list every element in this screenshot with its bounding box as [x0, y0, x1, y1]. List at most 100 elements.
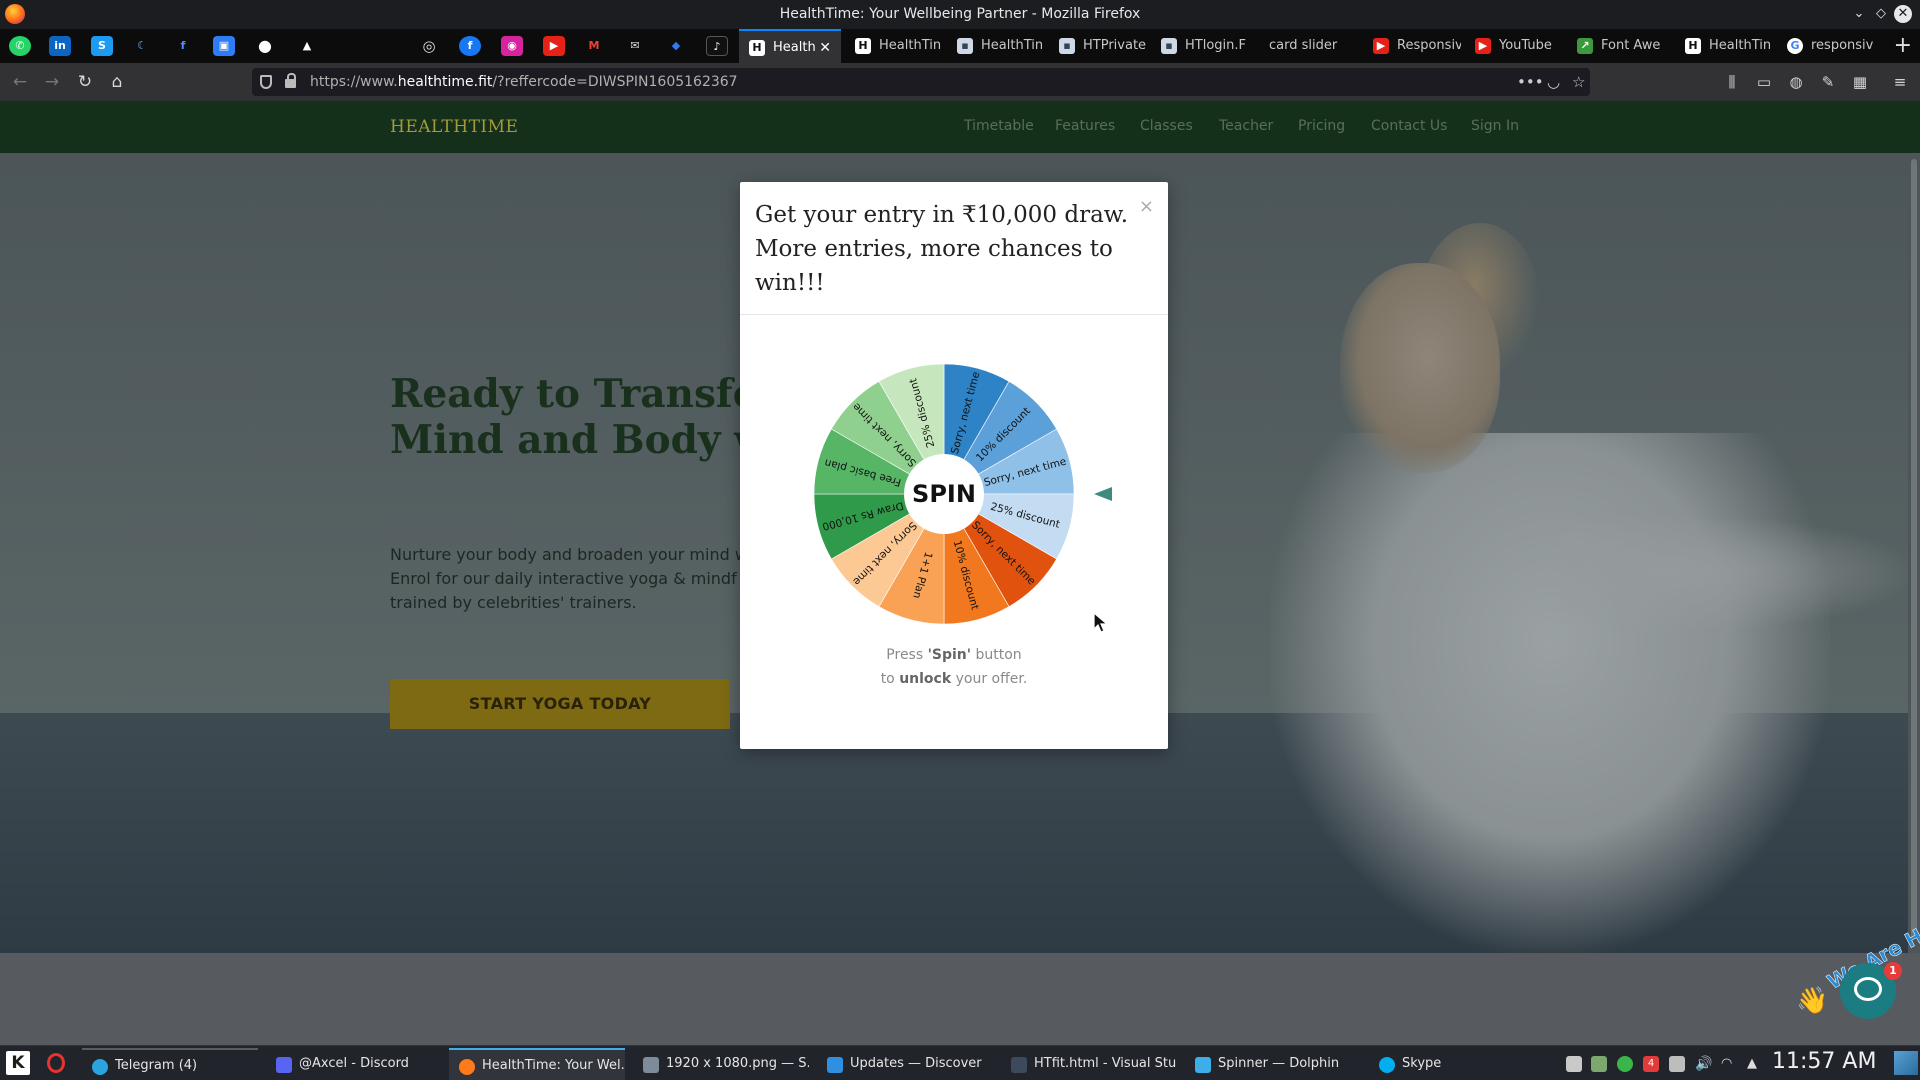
- os-taskbar: K Telegram (4) @Axcel - Discord HealthTi…: [0, 1045, 1920, 1080]
- forward-icon[interactable]: →: [41, 71, 63, 93]
- chart-favicon: ↗: [1577, 38, 1593, 54]
- youtube-notify-icon[interactable]: ▶: [543, 36, 565, 56]
- globe-icon[interactable]: ◎: [418, 36, 440, 56]
- moon-icon[interactable]: ☾: [131, 36, 153, 56]
- prize-wheel: Sorry, next time 10% discount Sorry, next …: [812, 362, 1076, 626]
- library-icon[interactable]: ⫼: [1722, 72, 1742, 92]
- new-tab-button[interactable]: +: [1894, 33, 1912, 58]
- minimize-icon[interactable]: ⌄: [1850, 5, 1868, 23]
- spin-button[interactable]: SPIN: [904, 454, 984, 534]
- image-viewer-icon: [643, 1057, 659, 1073]
- page-actions-icon[interactable]: •••: [1517, 68, 1544, 96]
- close-tab-icon[interactable]: ✕: [819, 31, 831, 63]
- task-firefox[interactable]: HealthTime: Your Wel...: [449, 1048, 625, 1080]
- hero-photo-head: [1340, 263, 1500, 473]
- check-tray-icon[interactable]: [1617, 1056, 1633, 1072]
- start-yoga-button[interactable]: START YOGA TODAY: [390, 679, 730, 729]
- tab-healthtime-2[interactable]: H HealthTin: [845, 29, 943, 63]
- toolbar-extension-icon[interactable]: ▦: [1850, 72, 1870, 92]
- back-icon[interactable]: ←: [9, 71, 31, 93]
- tab-font-awesome[interactable]: ↗ Font Awe: [1567, 29, 1665, 63]
- tiktok-icon[interactable]: ♪: [706, 36, 728, 56]
- bookmark-star-icon[interactable]: ☆: [1572, 68, 1585, 96]
- spin-wheel-modal: Get your entry in ₹10,000 draw. More ent…: [740, 182, 1168, 749]
- nav-timetable[interactable]: Timetable: [964, 118, 1034, 134]
- show-desktop-icon[interactable]: [1894, 1051, 1918, 1075]
- nav-features[interactable]: Features: [1055, 118, 1115, 134]
- drive-icon[interactable]: ▲: [296, 36, 318, 56]
- volume-icon[interactable]: 🔊: [1695, 1056, 1712, 1072]
- google-favicon: G: [1787, 38, 1803, 54]
- trello-icon[interactable]: ▣: [213, 36, 235, 56]
- task-telegram[interactable]: Telegram (4): [82, 1048, 258, 1080]
- task-image-viewer[interactable]: 1920 x 1080.png — S...: [633, 1048, 809, 1080]
- tab-healthtime-3[interactable]: ▪ HealthTin: [947, 29, 1045, 63]
- modal-title: Get your entry in ₹10,000 draw. More ent…: [755, 202, 1129, 296]
- github-icon[interactable]: ●: [254, 36, 276, 56]
- reload-icon[interactable]: ↻: [74, 71, 96, 93]
- sidebar-icon[interactable]: ▭: [1754, 72, 1774, 92]
- url-bar[interactable]: https://www.healthtime.fit/?reffercode=D…: [252, 68, 1590, 96]
- window-title: HealthTime: Your Wellbeing Partner - Moz…: [779, 6, 1141, 22]
- tab-responsive[interactable]: ▶ Responsiv: [1363, 29, 1461, 63]
- mail-icon[interactable]: ✉: [624, 36, 646, 56]
- menu-icon[interactable]: ≡: [1890, 72, 1910, 92]
- task-discover[interactable]: Updates — Discover: [817, 1048, 993, 1080]
- linkedin-icon[interactable]: in: [49, 36, 71, 56]
- tab-card-slider[interactable]: card slider: [1253, 29, 1351, 63]
- tab-htlogin[interactable]: ▪ HTlogin.F: [1151, 29, 1249, 63]
- facebook-outline-icon[interactable]: f: [172, 36, 194, 56]
- diamond-icon[interactable]: ◆: [665, 36, 687, 56]
- page-favicon: ▪: [957, 38, 973, 54]
- modal-close-icon[interactable]: ×: [1139, 196, 1154, 217]
- maximize-icon[interactable]: ◇: [1872, 5, 1890, 23]
- lock-icon[interactable]: [285, 73, 296, 88]
- url-path: /?reffercode=DIWSPIN1605162367: [492, 74, 738, 90]
- tray-app-icon[interactable]: [1591, 1056, 1607, 1072]
- discord-icon: [276, 1057, 292, 1073]
- page-scrollbar[interactable]: [1908, 153, 1920, 953]
- url-host: healthtime.fit: [397, 74, 493, 90]
- vscode-icon: [1011, 1057, 1027, 1073]
- discord-tray-icon[interactable]: [1566, 1056, 1582, 1072]
- tray-expand-icon[interactable]: ▲: [1747, 1056, 1763, 1072]
- s-app-icon[interactable]: S: [91, 36, 113, 56]
- tracking-shield-icon[interactable]: [260, 75, 272, 89]
- gmail-icon[interactable]: M: [583, 36, 605, 56]
- pocket-icon[interactable]: ◡: [1547, 68, 1560, 96]
- close-window-icon[interactable]: ✕: [1894, 5, 1912, 23]
- scrollbar-thumb[interactable]: [1911, 159, 1917, 939]
- taskbar-clock[interactable]: 11:57 AM: [1772, 1049, 1876, 1074]
- instagram-icon[interactable]: ◉: [501, 36, 523, 56]
- wifi-icon[interactable]: ◠: [1721, 1056, 1737, 1072]
- nav-contact-us[interactable]: Contact Us: [1371, 118, 1447, 134]
- clipboard-tray-icon[interactable]: [1669, 1056, 1685, 1072]
- home-icon[interactable]: ⌂: [106, 71, 128, 93]
- opera-icon[interactable]: [47, 1053, 65, 1073]
- extension-icon[interactable]: ✎: [1818, 72, 1838, 92]
- task-discord[interactable]: @Axcel - Discord: [266, 1048, 442, 1080]
- notification-tray-icon[interactable]: 4: [1643, 1056, 1659, 1072]
- site-navbar: HEALTHTIME Timetable Features Classes Te…: [0, 101, 1920, 153]
- waving-hand-icon: 👋: [1796, 986, 1829, 1016]
- task-vscode[interactable]: HTfit.html - Visual Stu...: [1001, 1048, 1177, 1080]
- tab-healthtime-4[interactable]: H HealthTin: [1675, 29, 1773, 63]
- telegram-icon: [92, 1059, 108, 1075]
- tab-htprivate[interactable]: ▪ HTPrivate: [1049, 29, 1147, 63]
- kde-launcher-icon[interactable]: K: [6, 1051, 30, 1075]
- site-brand[interactable]: HEALTHTIME: [390, 117, 518, 137]
- tab-youtube[interactable]: ▶ YouTube: [1465, 29, 1563, 63]
- nav-teacher[interactable]: Teacher: [1219, 118, 1273, 134]
- task-dolphin[interactable]: Spinner — Dolphin: [1185, 1048, 1361, 1080]
- navigation-toolbar: ← → ↻ ⌂ https://www.healthtime.fit/?reff…: [0, 63, 1920, 101]
- nav-sign-in[interactable]: Sign In: [1471, 118, 1519, 134]
- whatsapp-icon[interactable]: ✆: [9, 36, 31, 56]
- account-icon[interactable]: ◍: [1786, 72, 1806, 92]
- facebook-icon[interactable]: f: [459, 36, 481, 56]
- tab-healthtime-active[interactable]: H Health ✕: [739, 29, 841, 63]
- nav-classes[interactable]: Classes: [1140, 118, 1193, 134]
- task-skype[interactable]: Skype: [1369, 1048, 1545, 1080]
- tab-responsive-google[interactable]: G responsiv: [1777, 29, 1885, 63]
- web-page: HEALTHTIME Timetable Features Classes Te…: [0, 101, 1920, 1045]
- nav-pricing[interactable]: Pricing: [1298, 118, 1345, 134]
